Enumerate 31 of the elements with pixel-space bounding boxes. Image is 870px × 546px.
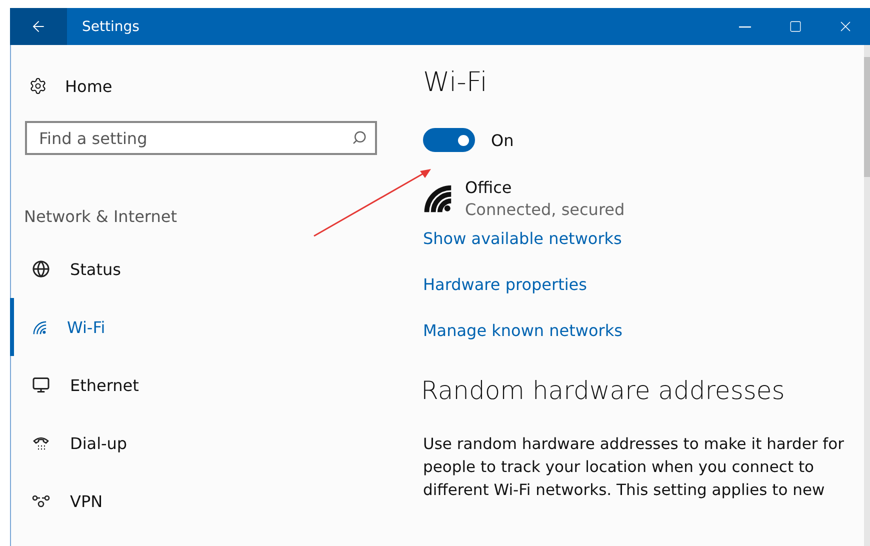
section-heading: Network & Internet [24, 207, 178, 226]
back-button[interactable] [10, 8, 67, 45]
nav-item[interactable]: Dial-up [10, 414, 401, 472]
vpn-icon [32, 494, 50, 508]
page-title: Wi-Fi [423, 67, 488, 98]
network-name: Office [465, 178, 513, 197]
wifi-icon [423, 184, 453, 214]
nav-item[interactable]: Status [10, 240, 401, 298]
nav-item[interactable]: VPN [10, 472, 401, 530]
nav-item[interactable]: Ethernet [10, 356, 401, 414]
home-link[interactable]: Home [11, 71, 112, 101]
wifi-toggle[interactable] [423, 128, 475, 152]
window-title: Settings [82, 18, 140, 34]
search-field[interactable]: Find a setting [25, 121, 377, 155]
network-status: Connected, secured [465, 200, 625, 219]
globe-icon [32, 260, 50, 278]
description-text: Use random hardware addresses to make it harder for people to track your location when you connect to different Wi-Fi networks. This setting applies to new [423, 434, 845, 501]
section-title: Random hardware addresses [421, 376, 786, 405]
minimize-icon [739, 26, 751, 28]
maximize-icon [788, 20, 802, 33]
settings-link[interactable]: Hardware properties [423, 275, 587, 294]
toggle-label: On [491, 130, 514, 150]
nav-item[interactable]: Wi-Fi [10, 298, 401, 356]
back-icon [30, 18, 47, 35]
settings-link[interactable]: Manage known networks [423, 321, 622, 340]
scroll-bar[interactable] [864, 45, 870, 546]
monitor-icon [32, 376, 50, 394]
settings-icon [29, 77, 47, 95]
settings-link[interactable]: Show available networks [423, 229, 622, 248]
wifi-icon [32, 320, 47, 334]
search-icon [352, 130, 367, 145]
